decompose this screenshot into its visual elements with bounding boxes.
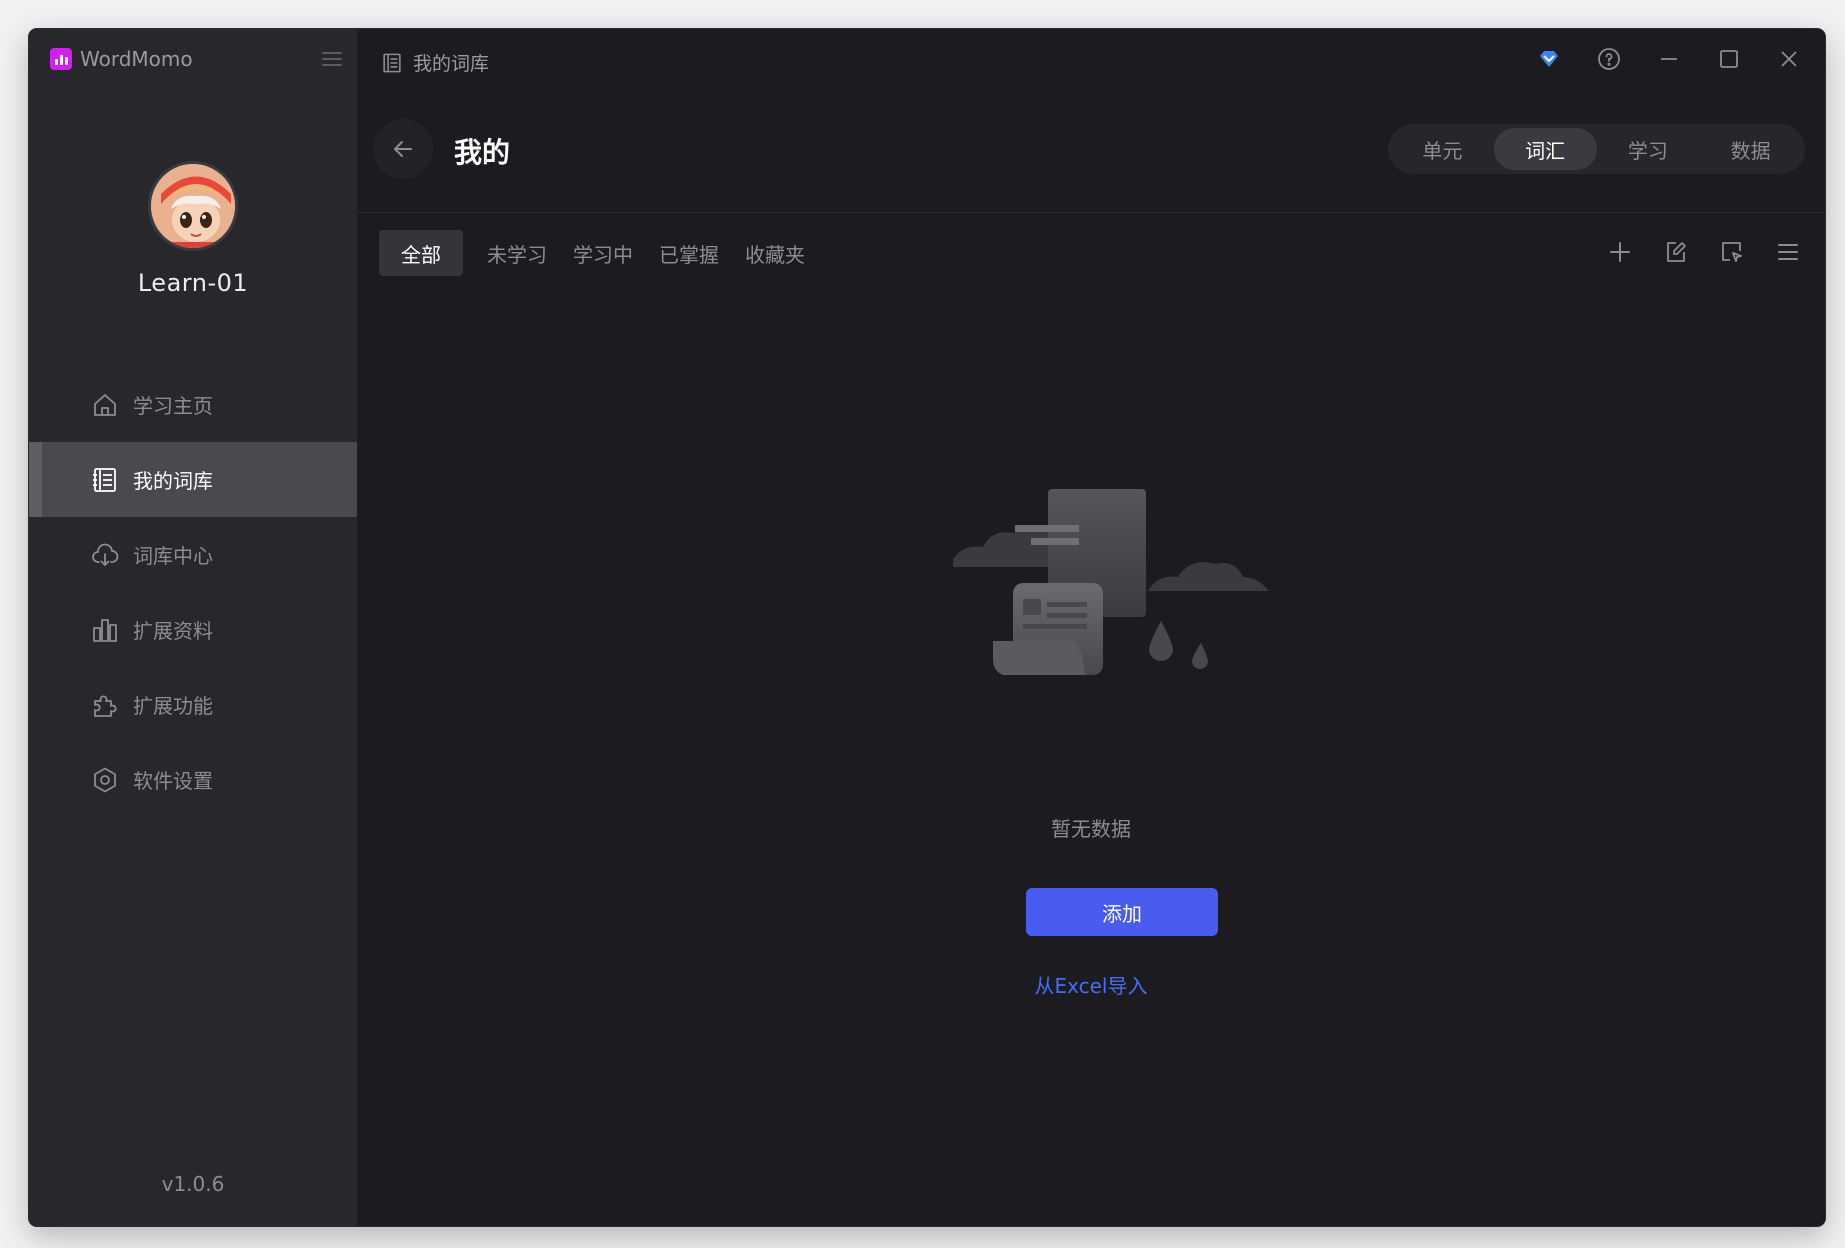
view-segmented-control: 单元 词汇 学习 数据 (1388, 124, 1805, 174)
tab-data[interactable]: 数据 (1699, 128, 1802, 170)
app-name: WordMomo (80, 47, 193, 71)
filter-bar: 全部 未学习 学习中 已掌握 收藏夹 (357, 230, 1825, 276)
sidebar-collapse-button[interactable] (321, 48, 343, 70)
app-version: v1.0.6 (161, 1172, 225, 1196)
avatar-image (151, 164, 235, 248)
arrow-left-icon (394, 141, 412, 157)
maximize-icon (1720, 50, 1738, 68)
title-bar: 我的词库 (357, 29, 1825, 91)
filter-favorites[interactable]: 收藏夹 (743, 230, 807, 276)
puzzle-icon (94, 695, 117, 717)
edit-icon (1667, 242, 1686, 262)
back-button[interactable] (373, 119, 433, 179)
bar-chart-icon (93, 618, 117, 642)
sidebar: WordMomo Learn-01 学习主页 我的词库 词库中心 扩展资料 扩展… (29, 29, 357, 1226)
app-logo-icon (50, 48, 72, 70)
sidebar-item-extended-materials[interactable]: 扩展资料 (29, 592, 357, 667)
sidebar-item-label: 我的词库 (133, 469, 213, 493)
empty-message: 暂无数据 (1051, 817, 1131, 841)
menu-icon (1778, 244, 1798, 260)
sidebar-item-library-center[interactable]: 词库中心 (29, 517, 357, 592)
sidebar-item-label: 扩展资料 (133, 619, 213, 643)
book-list-icon (93, 467, 116, 492)
close-icon (1781, 51, 1797, 67)
breadcrumb-label: 我的词库 (413, 53, 490, 75)
select-button[interactable] (1717, 237, 1747, 267)
import-excel-link[interactable]: 从Excel导入 (357, 970, 1825, 999)
filter-tabs: 全部 未学习 学习中 已掌握 收藏夹 (379, 230, 807, 276)
tab-study[interactable]: 学习 (1597, 128, 1700, 170)
filter-all[interactable]: 全部 (379, 230, 463, 276)
cursor-select-icon (1722, 242, 1742, 262)
edit-button[interactable] (1661, 237, 1691, 267)
vip-button[interactable] (1519, 39, 1579, 79)
sidebar-item-home[interactable]: 学习主页 (29, 367, 357, 442)
close-button[interactable] (1759, 39, 1819, 79)
sidebar-item-label: 词库中心 (133, 544, 213, 568)
help-icon (1598, 48, 1620, 70)
sidebar-item-label: 扩展功能 (133, 694, 213, 718)
sidebar-nav: 学习主页 我的词库 词库中心 扩展资料 扩展功能 软件设置 (29, 367, 357, 817)
filter-not-learned[interactable]: 未学习 (485, 230, 549, 276)
menu-icon (322, 52, 342, 66)
diamond-icon (1540, 51, 1558, 67)
app-window: WordMomo Learn-01 学习主页 我的词库 词库中心 扩展资料 扩展… (29, 29, 1825, 1226)
maximize-button[interactable] (1699, 39, 1759, 79)
help-button[interactable] (1579, 39, 1639, 79)
minimize-icon (1661, 58, 1677, 60)
breadcrumb: 我的词库 (381, 49, 489, 76)
empty-state-illustration (953, 489, 1269, 675)
sidebar-item-extended-features[interactable]: 扩展功能 (29, 667, 357, 742)
window-controls (1519, 39, 1819, 79)
filter-mastered[interactable]: 已掌握 (657, 230, 721, 276)
settings-hexagon-icon (94, 767, 116, 792)
add-button[interactable]: 添加 (1026, 888, 1218, 936)
tab-units[interactable]: 单元 (1391, 128, 1494, 170)
filter-learning[interactable]: 学习中 (571, 230, 635, 276)
avatar[interactable] (148, 161, 238, 251)
sidebar-item-label: 学习主页 (133, 394, 213, 418)
sidebar-item-settings[interactable]: 软件设置 (29, 742, 357, 817)
add-word-button[interactable] (1605, 237, 1635, 267)
brand: WordMomo (50, 46, 193, 72)
sidebar-item-my-library[interactable]: 我的词库 (29, 442, 357, 517)
plus-icon (1610, 242, 1630, 262)
more-menu-button[interactable] (1773, 237, 1803, 267)
book-list-icon (383, 53, 401, 72)
user-name: Learn-01 (137, 269, 249, 297)
sidebar-item-label: 软件设置 (133, 769, 213, 793)
home-icon (94, 393, 116, 416)
toolbar (1605, 237, 1803, 267)
page-title: 我的 (454, 136, 511, 169)
cloud-download-icon (92, 543, 119, 566)
minimize-button[interactable] (1639, 39, 1699, 79)
tab-vocabulary[interactable]: 词汇 (1493, 128, 1597, 170)
main-content: 我的词库 我的 单元 词汇 学习 数据 全部 未学习 学习中 已掌握 收藏夹 暂… (357, 29, 1825, 1226)
page-header: 我的 单元 词汇 学习 数据 (357, 119, 1825, 213)
